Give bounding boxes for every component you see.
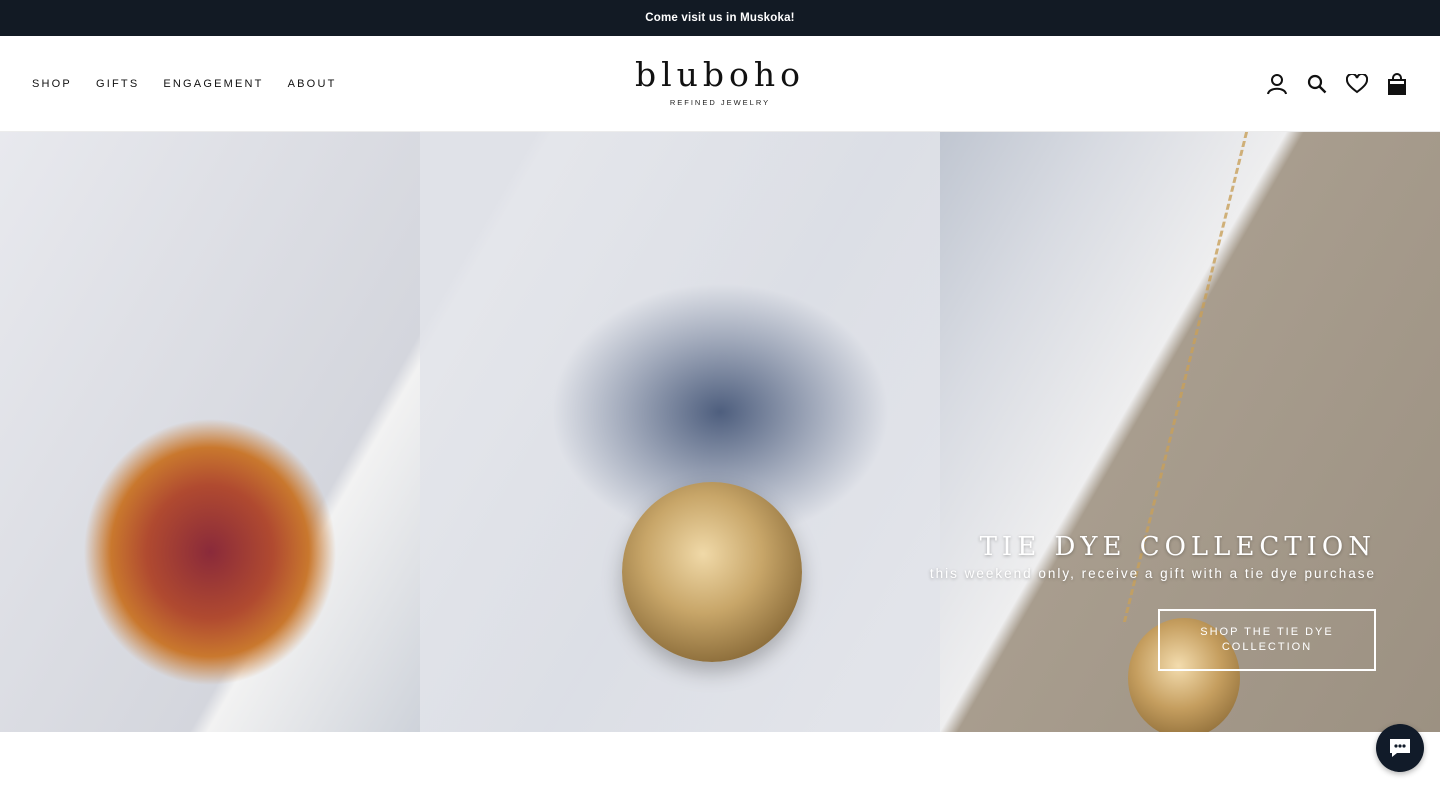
shop-tie-dye-button[interactable]: SHOP THE TIE DYE COLLECTION	[1158, 609, 1376, 671]
nav-engagement[interactable]: Engagement	[163, 78, 263, 90]
hero-ring-image	[622, 482, 802, 662]
nav-shop[interactable]: Shop	[32, 78, 72, 90]
hero-content: TIE DYE COLLECTION this weekend only, re…	[930, 532, 1376, 671]
site-header: Shop Gifts Engagement About bluboho REFI…	[0, 36, 1440, 132]
hero-banner: TIE DYE COLLECTION this weekend only, re…	[0, 132, 1440, 732]
announcement-text: Come visit us in Muskoka!	[645, 12, 795, 24]
site-logo[interactable]: bluboho REFINED JEWELRY	[590, 55, 850, 108]
main-nav: Shop Gifts Engagement About	[32, 78, 337, 90]
hero-title: TIE DYE COLLECTION	[979, 532, 1376, 562]
wishlist-heart-icon[interactable]	[1346, 73, 1368, 95]
header-icons	[1266, 72, 1408, 95]
chat-button[interactable]	[1376, 724, 1424, 772]
search-icon[interactable]	[1306, 73, 1328, 95]
announcement-bar: Come visit us in Muskoka!	[0, 0, 1440, 36]
cart-bag-icon[interactable]	[1386, 72, 1408, 95]
nav-gifts[interactable]: Gifts	[96, 78, 139, 90]
hero-subtitle: this weekend only, receive a gift with a…	[929, 566, 1376, 581]
account-icon[interactable]	[1266, 73, 1288, 95]
logo-tagline: REFINED JEWELRY	[669, 98, 771, 107]
nav-about[interactable]: About	[288, 78, 337, 90]
chat-bubble-icon	[1390, 739, 1410, 757]
logo-wordmark: bluboho	[634, 55, 806, 94]
